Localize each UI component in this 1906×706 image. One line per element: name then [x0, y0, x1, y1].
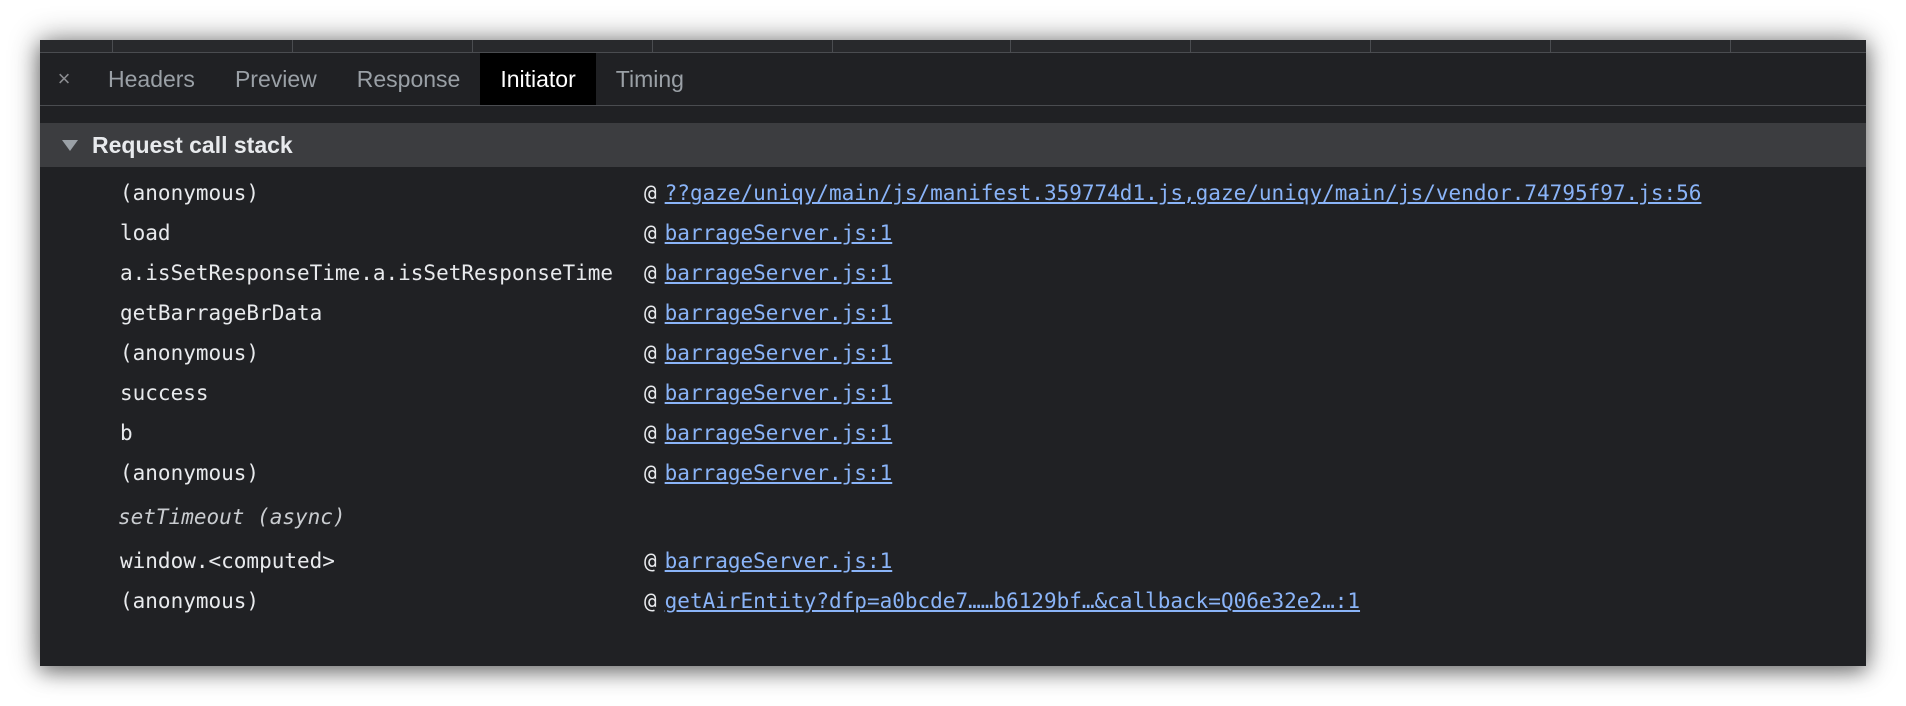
column-divider — [1010, 40, 1011, 52]
detail-tab-bar: × Headers Preview Response Initiator Tim… — [40, 53, 1866, 106]
stack-frame: success @ barrageServer.js:1 — [40, 373, 1866, 413]
column-divider — [652, 40, 653, 52]
frame-source-link[interactable]: barrageServer.js:1 — [665, 341, 893, 365]
frame-function: (anonymous) — [120, 461, 260, 485]
stack-frame: (anonymous) @ ??gaze/uniqy/main/js/manife… — [40, 173, 1866, 213]
stack-frame: (anonymous) @ barrageServer.js:1 — [40, 453, 1866, 493]
at-symbol: @ — [644, 181, 657, 205]
frame-source-link[interactable]: barrageServer.js:1 — [665, 221, 893, 245]
tab-response[interactable]: Response — [337, 53, 481, 105]
at-symbol: @ — [644, 221, 657, 245]
at-symbol: @ — [644, 261, 657, 285]
frame-source-link[interactable]: ??gaze/uniqy/main/js/manifest.359774d1.j… — [665, 181, 1702, 205]
frame-source-link[interactable]: barrageServer.js:1 — [665, 461, 893, 485]
frame-source-link[interactable]: barrageServer.js:1 — [665, 421, 893, 445]
frame-function: (anonymous) — [120, 341, 260, 365]
stack-frame: (anonymous) @ getAirEntity?dfp=a0bcde7……b… — [40, 581, 1866, 621]
tab-preview[interactable]: Preview — [215, 53, 337, 105]
section-title: Request call stack — [92, 131, 293, 158]
frame-function: b — [120, 421, 133, 445]
column-divider — [1370, 40, 1371, 52]
at-symbol: @ — [644, 589, 657, 613]
column-divider — [832, 40, 833, 52]
frame-function: a.isSetResponseTime.a.isSetResponseTime — [120, 261, 614, 285]
request-call-stack-header[interactable]: Request call stack — [40, 123, 1866, 167]
async-boundary: setTimeout (async) — [40, 493, 1866, 541]
tab-headers[interactable]: Headers — [88, 53, 215, 105]
stack-frame: a.isSetResponseTime.a.isSetResponseTime … — [40, 253, 1866, 293]
frame-source-link[interactable]: getAirEntity?dfp=a0bcde7……b6129bf…&callb… — [665, 589, 1360, 613]
column-divider — [1550, 40, 1551, 52]
frame-source-link[interactable]: barrageServer.js:1 — [665, 381, 893, 405]
frame-function: success — [120, 381, 209, 405]
at-symbol: @ — [644, 381, 657, 405]
column-divider — [112, 40, 113, 52]
column-divider — [292, 40, 293, 52]
frame-function: (anonymous) — [120, 589, 260, 613]
caret-down-icon — [62, 139, 78, 151]
frame-source-link[interactable]: barrageServer.js:1 — [665, 301, 893, 325]
stack-frame: (anonymous) @ barrageServer.js:1 — [40, 333, 1866, 373]
at-symbol: @ — [644, 549, 657, 573]
stack-frame: b @ barrageServer.js:1 — [40, 413, 1866, 453]
stack-frame: getBarrageBrData @ barrageServer.js:1 — [40, 293, 1866, 333]
stack-frame: window.<computed> @ barrageServer.js:1 — [40, 541, 1866, 581]
frame-source-link[interactable]: barrageServer.js:1 — [665, 549, 893, 573]
at-symbol: @ — [644, 341, 657, 365]
async-label: setTimeout (async) — [118, 505, 346, 529]
at-symbol: @ — [644, 461, 657, 485]
frame-function: load — [120, 221, 171, 245]
close-icon[interactable]: × — [40, 53, 88, 105]
at-symbol: @ — [644, 301, 657, 325]
frame-function: window.<computed> — [120, 549, 335, 573]
frame-source-link[interactable]: barrageServer.js:1 — [665, 261, 893, 285]
tab-timing[interactable]: Timing — [596, 53, 704, 105]
at-symbol: @ — [644, 421, 657, 445]
devtools-network-detail-panel: × Headers Preview Response Initiator Tim… — [40, 40, 1866, 666]
column-divider — [1190, 40, 1191, 52]
call-stack-list: (anonymous) @ ??gaze/uniqy/main/js/manife… — [40, 173, 1866, 621]
column-divider — [1730, 40, 1731, 52]
column-divider — [472, 40, 473, 52]
frame-function: (anonymous) — [120, 181, 260, 205]
frame-function: getBarrageBrData — [120, 301, 323, 325]
request-list-edge — [40, 40, 1866, 53]
stack-frame: load @ barrageServer.js:1 — [40, 213, 1866, 253]
tab-initiator[interactable]: Initiator — [480, 53, 596, 105]
